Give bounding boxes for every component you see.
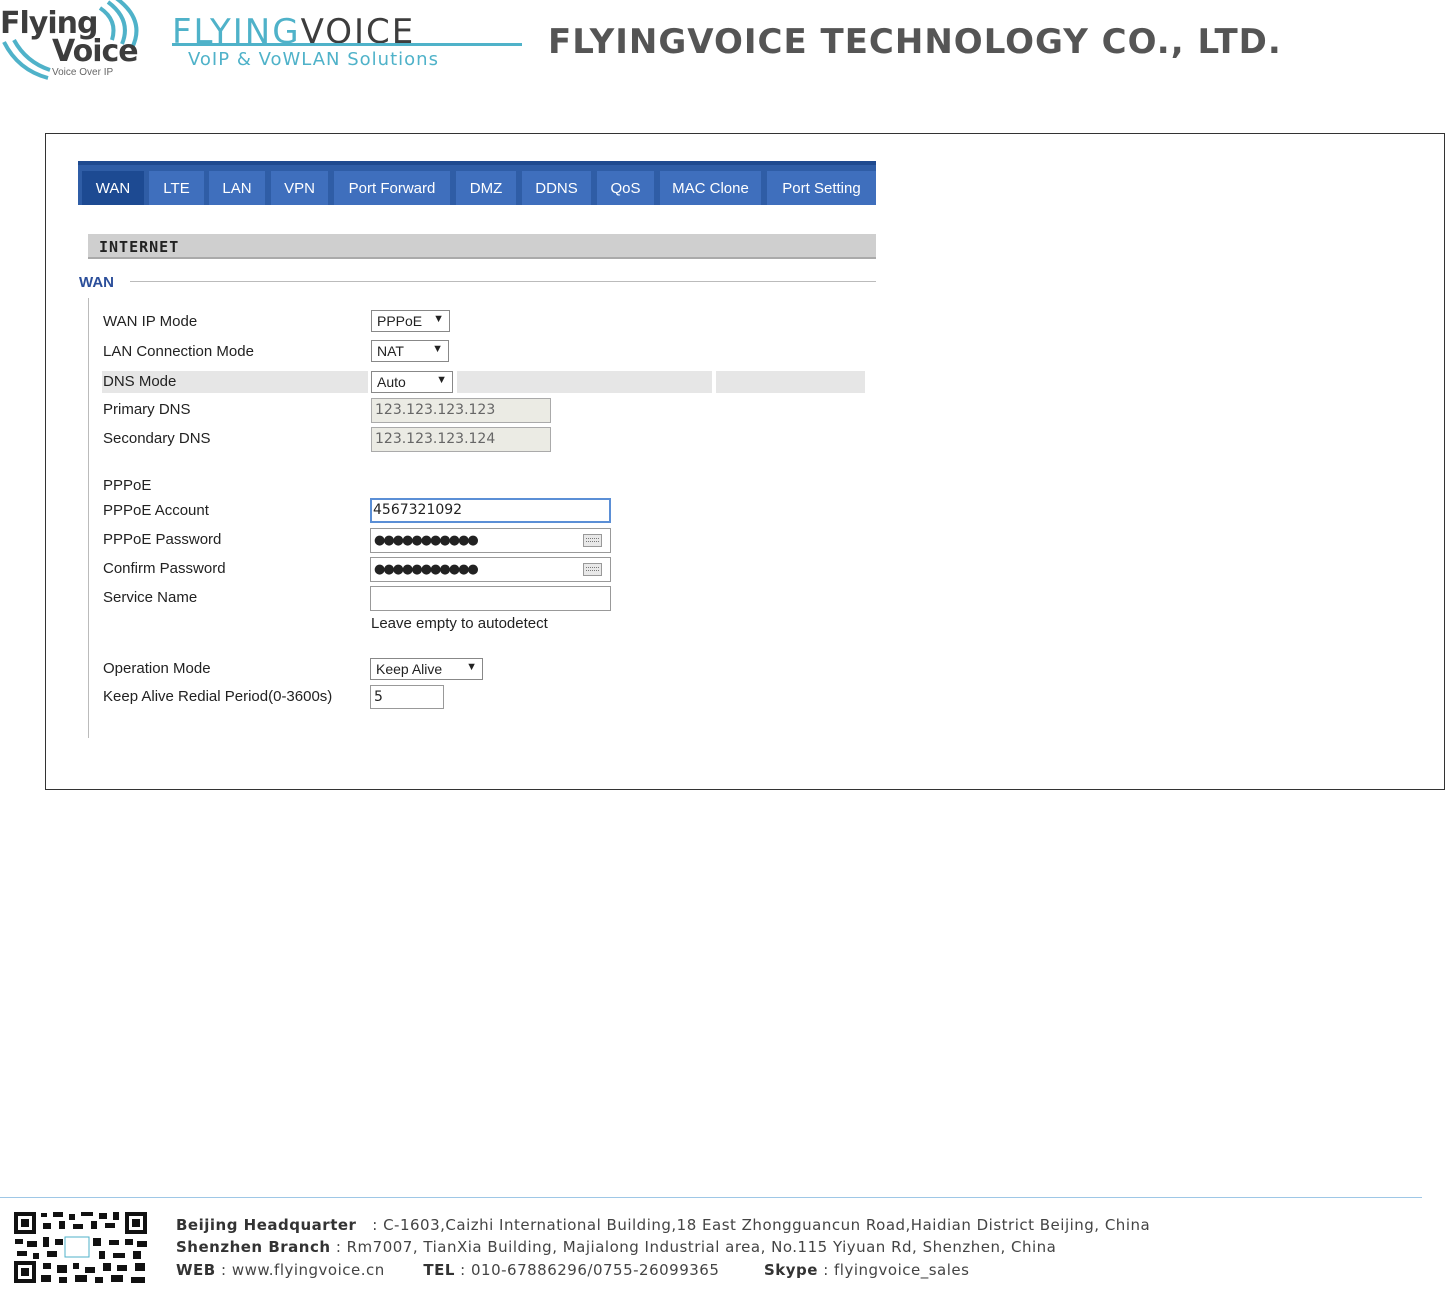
primary-dns-label: Primary DNS bbox=[103, 401, 191, 418]
dns-mode-label: DNS Mode bbox=[103, 373, 177, 390]
footer-skype-text: : flyingvoice_sales bbox=[823, 1261, 970, 1279]
pppoe-password-value: ●●●●●●●●●●● bbox=[374, 533, 479, 548]
footer-beijing-hq: Beijing Headquarter : C-1603,Caizhi Inte… bbox=[176, 1216, 1150, 1234]
tab-dmz[interactable]: DMZ bbox=[456, 171, 516, 205]
keep-alive-period-input[interactable]: 5 bbox=[370, 685, 444, 709]
brand-title: FLYINGVOICE bbox=[172, 12, 415, 52]
lan-connection-mode-value: NAT bbox=[377, 343, 404, 359]
lan-connection-mode-select[interactable]: NAT ▼ bbox=[371, 340, 449, 362]
footer-shenzhen-branch: Shenzhen Branch : Rm7007, TianXia Buildi… bbox=[176, 1238, 1056, 1256]
dropdown-arrow-icon: ▼ bbox=[436, 374, 447, 386]
dropdown-arrow-icon: ▼ bbox=[466, 661, 477, 673]
dropdown-arrow-icon: ▼ bbox=[433, 313, 444, 325]
lan-connection-mode-label: LAN Connection Mode bbox=[103, 343, 254, 360]
brand-underline bbox=[172, 43, 522, 46]
flyingvoice-logo: Flying Voice Voice Over IP bbox=[0, 0, 160, 82]
section-divider bbox=[130, 281, 876, 282]
footer-web-link[interactable]: : www.flyingvoice.cn bbox=[221, 1261, 385, 1279]
footer-sz-text: : Rm7007, TianXia Building, Majialong In… bbox=[335, 1238, 1057, 1256]
brand-voice: VOICE bbox=[300, 12, 416, 52]
brand-flying: FLYING bbox=[172, 12, 301, 52]
tab-ddns[interactable]: DDNS bbox=[522, 171, 591, 205]
footer-sz-label: Shenzhen Branch bbox=[176, 1238, 331, 1256]
tab-mac-clone[interactable]: MAC Clone bbox=[660, 171, 761, 205]
tab-lte[interactable]: LTE bbox=[149, 171, 204, 205]
footer-web-label: WEB bbox=[176, 1261, 216, 1279]
service-name-input[interactable] bbox=[370, 586, 611, 611]
footer-skype-label: Skype bbox=[763, 1261, 818, 1279]
logo-text-voice: Voice bbox=[52, 34, 139, 69]
tab-bar: WAN LTE LAN VPN Port Forward DMZ DDNS Qo… bbox=[78, 161, 876, 205]
pppoe-password-input[interactable]: ●●●●●●●●●●● bbox=[370, 528, 611, 553]
footer-tel-text: : 010-67886296/0755-26099365 bbox=[460, 1261, 720, 1279]
wan-ip-mode-value: PPPoE bbox=[377, 313, 423, 329]
operation-mode-value: Keep Alive bbox=[376, 661, 443, 677]
wan-ip-mode-select[interactable]: PPPoE ▼ bbox=[371, 310, 450, 332]
tab-port-setting[interactable]: Port Setting bbox=[767, 171, 876, 205]
dropdown-arrow-icon: ▼ bbox=[432, 343, 443, 355]
dns-mode-row-bg-right bbox=[716, 371, 865, 393]
dns-mode-row-bg-mid bbox=[457, 371, 712, 393]
tab-lan[interactable]: LAN bbox=[209, 171, 265, 205]
dns-mode-select[interactable]: Auto ▼ bbox=[371, 371, 453, 393]
logo-tagline: Voice Over IP bbox=[52, 67, 114, 78]
pppoe-password-label: PPPoE Password bbox=[103, 531, 222, 548]
pppoe-heading: PPPoE bbox=[103, 477, 152, 494]
secondary-dns-label: Secondary DNS bbox=[103, 430, 211, 447]
operation-mode-select[interactable]: Keep Alive ▼ bbox=[370, 658, 483, 680]
tab-port-forward[interactable]: Port Forward bbox=[334, 171, 450, 205]
pppoe-account-label: PPPoE Account bbox=[103, 502, 209, 519]
service-name-label: Service Name bbox=[103, 589, 198, 606]
footer-hq-text: : C-1603,Caizhi International Building,1… bbox=[366, 1216, 1151, 1234]
confirm-password-label: Confirm Password bbox=[103, 560, 226, 577]
primary-dns-input[interactable]: 123.123.123.123 bbox=[371, 398, 551, 423]
form-left-border bbox=[88, 298, 89, 738]
service-name-hint: Leave empty to autodetect bbox=[371, 615, 548, 632]
keyboard-icon[interactable] bbox=[583, 563, 602, 576]
confirm-password-value: ●●●●●●●●●●● bbox=[374, 562, 479, 577]
footer-contact: WEB : www.flyingvoice.cn TEL : 010-67886… bbox=[176, 1261, 969, 1279]
brand-subtitle: VoIP & VoWLAN Solutions bbox=[188, 49, 439, 70]
footer-tel-label: TEL bbox=[423, 1261, 455, 1279]
keep-alive-period-label: Keep Alive Redial Period(0-3600s) bbox=[103, 688, 333, 705]
company-name: FLYINGVOICE TECHNOLOGY CO., LTD. bbox=[548, 22, 1282, 62]
footer-divider bbox=[0, 1197, 1422, 1198]
confirm-password-input[interactable]: ●●●●●●●●●●● bbox=[370, 557, 611, 582]
pppoe-account-input[interactable]: 4567321092 bbox=[370, 498, 611, 523]
brand-wordmark: FLYINGVOICE VoIP & VoWLAN Solutions bbox=[172, 12, 524, 72]
secondary-dns-input[interactable]: 123.123.123.124 bbox=[371, 427, 551, 452]
tab-wan[interactable]: WAN bbox=[82, 171, 144, 205]
operation-mode-label: Operation Mode bbox=[103, 660, 211, 677]
qr-code-icon bbox=[13, 1211, 149, 1284]
section-header-internet: INTERNET bbox=[88, 234, 876, 259]
keyboard-icon[interactable] bbox=[583, 534, 602, 547]
dns-mode-value: Auto bbox=[377, 374, 406, 390]
wan-ip-mode-label: WAN IP Mode bbox=[103, 313, 198, 330]
wan-subsection-title: WAN bbox=[79, 274, 114, 291]
tab-vpn[interactable]: VPN bbox=[271, 171, 328, 205]
tab-qos[interactable]: QoS bbox=[597, 171, 654, 205]
footer-hq-label: Beijing Headquarter bbox=[176, 1216, 357, 1234]
